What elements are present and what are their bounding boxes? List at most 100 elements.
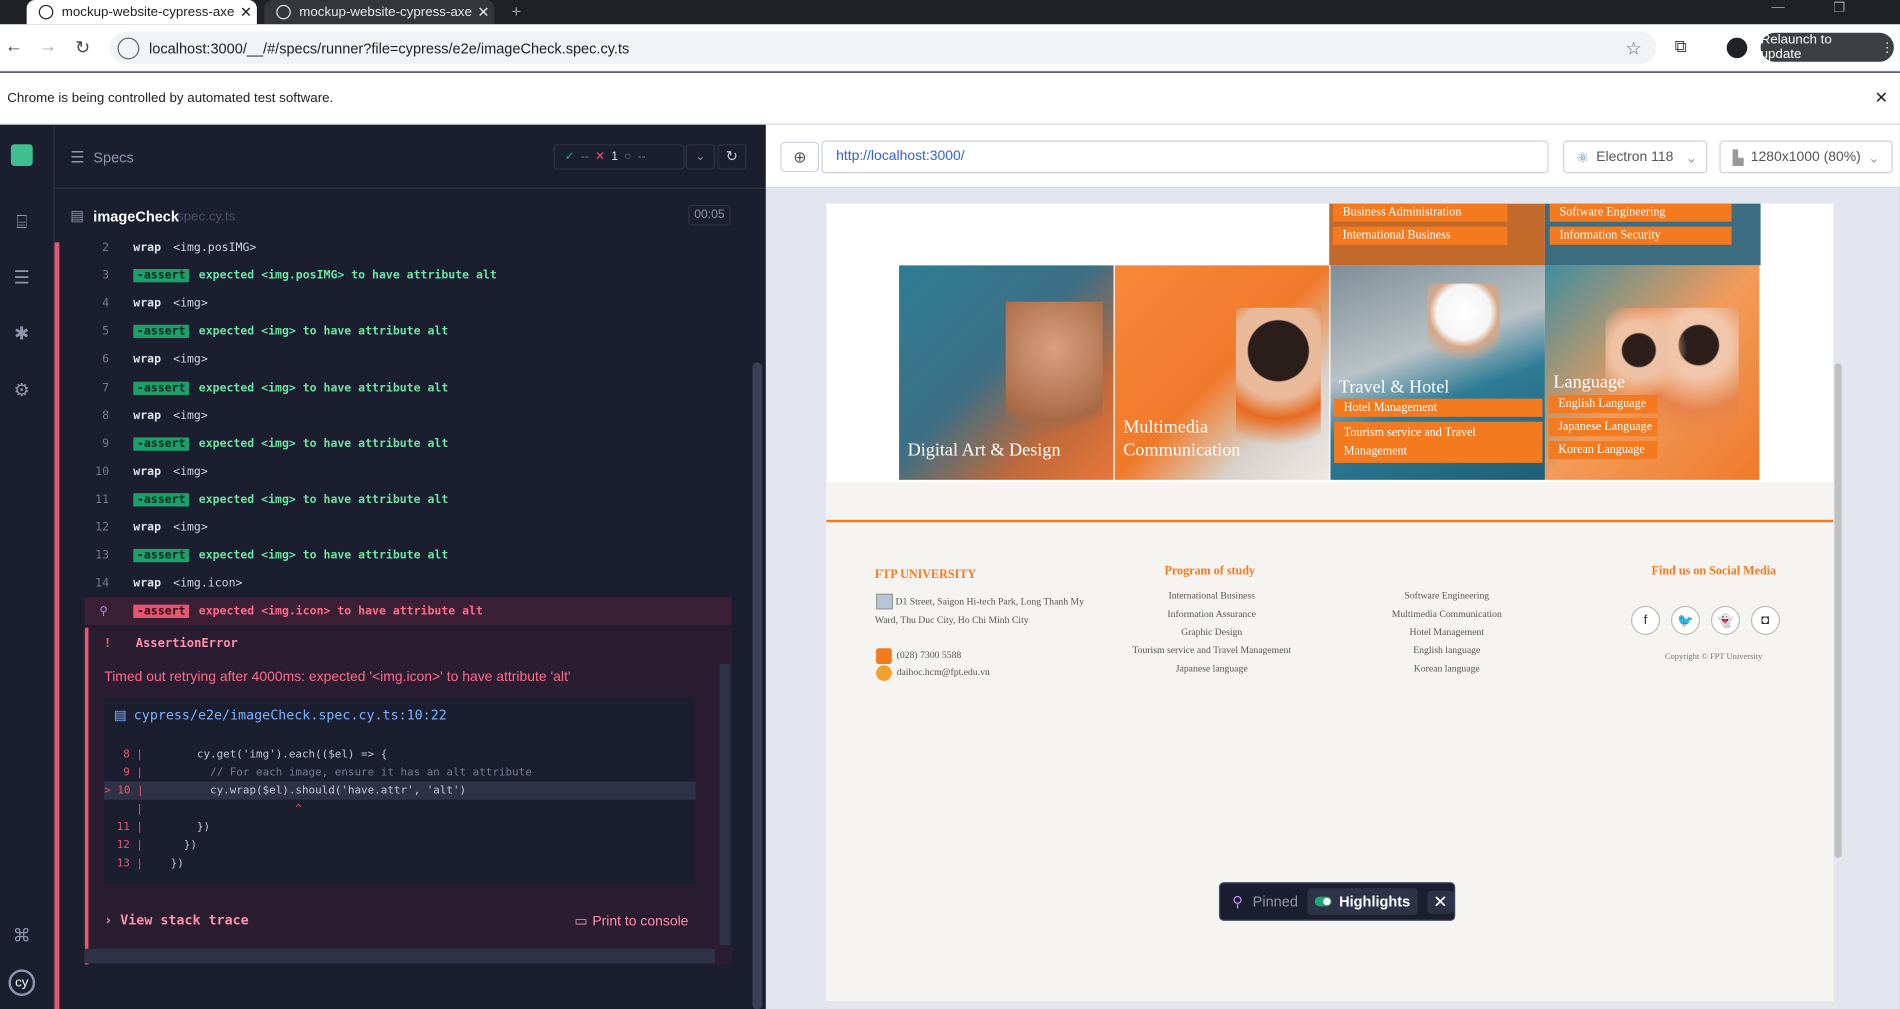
spec-name: imageCheck: [93, 208, 179, 226]
failed-command-row[interactable]: ⚲ -assert expected <img.icon> to have attr…: [84, 597, 732, 626]
minimize-window-icon[interactable]: —: [1772, 0, 1785, 15]
program-card-travel[interactable]: Travel & Hotel Hotel Management Tourism …: [1330, 265, 1545, 480]
runs-nav-icon[interactable]: ☰: [11, 268, 33, 290]
settings-nav-icon[interactable]: ⚙: [11, 380, 33, 402]
unpin-close-icon[interactable]: ✕: [1427, 889, 1454, 914]
forward-icon[interactable]: →: [39, 36, 57, 57]
program-card-digital-art[interactable]: Digital Art & Design: [899, 265, 1114, 480]
command-row[interactable]: 3 -assert expected <img.posIMG> to have at…: [85, 262, 732, 290]
browser-tab-active[interactable]: mockup-website-cypress-axe-in ✕: [26, 0, 257, 25]
program-card-language[interactable]: Language English Language Japanese Langu…: [1544, 265, 1760, 480]
twitter-icon[interactable]: 🐦: [1670, 605, 1701, 635]
debug-nav-icon[interactable]: ✱: [11, 324, 33, 346]
program-footer-link[interactable]: International Business: [1103, 590, 1321, 601]
program-footer-link[interactable]: Japanese language: [1103, 663, 1321, 674]
program-link[interactable]: International Business: [1332, 226, 1508, 245]
command-row[interactable]: 14 wrap <img.icon>: [85, 570, 732, 598]
reload-icon[interactable]: ↻: [75, 36, 90, 59]
failed-icon: ✕: [595, 150, 606, 164]
extensions-icon[interactable]: ⧉: [1675, 36, 1687, 57]
view-stack-trace[interactable]: › View stack trace: [104, 912, 248, 928]
rerun-icon[interactable]: ↻: [717, 144, 747, 170]
spec-ext: .spec.cy.ts: [173, 209, 236, 225]
program-footer-link[interactable]: Hotel Management: [1338, 626, 1556, 637]
program-link[interactable]: Tourism service and Travel Management: [1334, 421, 1543, 463]
pinned-label: Pinned: [1252, 893, 1298, 910]
pending-count: --: [637, 150, 646, 164]
program-footer-link[interactable]: Information Assurance: [1103, 608, 1321, 619]
snapchat-icon[interactable]: 👻: [1710, 605, 1741, 635]
specs-list-icon[interactable]: ☰: [70, 148, 84, 167]
program-link[interactable]: Hotel Management: [1334, 398, 1543, 417]
command-row[interactable]: 6 wrap <img>: [85, 346, 732, 374]
program-footer-link[interactable]: Korean language: [1338, 663, 1556, 674]
site-footer: [826, 482, 1834, 1001]
command-row[interactable]: 5 -assert expected <img> to have attribute…: [85, 318, 732, 346]
command-message: expected <img> to have attribute alt: [198, 549, 449, 563]
code-line-text: // For each image, ensure it has an alt …: [157, 766, 532, 779]
browser-tab[interactable]: mockup-website-cypress-axe-in ✕: [264, 0, 495, 25]
command-row[interactable]: 7 -assert expected <img> to have attribute…: [85, 374, 732, 402]
test-stats: ✓ -- ✕ 1 ○ --: [553, 144, 685, 170]
command-row[interactable]: 11 -assert expected <img> to have attribut…: [85, 486, 732, 514]
keyboard-shortcuts-icon[interactable]: ⌘: [11, 926, 33, 948]
program-footer-link[interactable]: Tourism service and Travel Management: [1103, 645, 1321, 656]
command-row[interactable]: 10 wrap <img>: [85, 458, 732, 486]
back-icon[interactable]: ←: [5, 36, 23, 57]
specs-nav-icon[interactable]: ⌸: [11, 212, 33, 234]
error-scrollbar[interactable]: [719, 664, 731, 946]
command-number: 5: [102, 325, 110, 339]
program-link[interactable]: Information Security: [1549, 226, 1732, 245]
program-link[interactable]: English Language: [1548, 395, 1658, 414]
address-bar[interactable]: localhost:3000/__/#/specs/runner?file=cy…: [110, 31, 1657, 65]
restore-window-icon[interactable]: ❐: [1833, 0, 1845, 16]
relaunch-button[interactable]: Relaunch to update ⋮: [1760, 32, 1894, 62]
site-info-icon[interactable]: [117, 36, 140, 59]
program-link[interactable]: Software Engineering: [1549, 203, 1732, 222]
collapse-icon[interactable]: ⌄: [685, 144, 715, 170]
highlights-toggle[interactable]: Highlights: [1307, 888, 1418, 915]
specs-label[interactable]: Specs: [93, 149, 133, 166]
close-tab-icon[interactable]: ✕: [235, 4, 257, 21]
program-footer-link[interactable]: Software Engineering: [1338, 590, 1556, 601]
close-tab-icon[interactable]: ✕: [473, 4, 495, 21]
horizontal-scrollbar[interactable]: [84, 948, 715, 964]
code-line-text: }): [157, 839, 197, 852]
project-icon[interactable]: [10, 144, 33, 167]
code-line-number: > 10 |: [104, 784, 144, 797]
command-row[interactable]: 4 wrap <img>: [85, 290, 732, 318]
print-to-console-button[interactable]: ▭ Print to console: [574, 912, 688, 930]
program-footer-link[interactable]: Graphic Design: [1103, 626, 1321, 637]
profile-avatar[interactable]: [1726, 37, 1748, 59]
program-card-multimedia[interactable]: Multimedia Communication: [1114, 265, 1330, 480]
program-footer-link[interactable]: Multimedia Communication: [1338, 608, 1556, 619]
command-row[interactable]: 2 wrap <img.posIMG>: [85, 234, 732, 262]
program-link[interactable]: Korean Language: [1548, 441, 1658, 460]
close-infobar-icon[interactable]: ✕: [1875, 88, 1888, 107]
facebook-icon[interactable]: f: [1630, 605, 1661, 635]
command-row[interactable]: 9 -assert expected <img> to have attribute…: [85, 430, 732, 458]
command-number: 7: [102, 381, 110, 395]
program-link[interactable]: Business Administration: [1332, 203, 1508, 222]
aut-scroll-thumb[interactable]: [1834, 363, 1842, 858]
instagram-icon[interactable]: ◘: [1750, 605, 1780, 635]
command-number: 9: [102, 437, 110, 451]
viewport-select[interactable]: ▙ 1280x1000 (80%) ⌄: [1719, 140, 1893, 174]
program-link[interactable]: Japanese Language: [1548, 418, 1658, 437]
command-row[interactable]: 13 -assert expected <img> to have attribut…: [85, 542, 732, 570]
program-footer-link[interactable]: English language: [1338, 645, 1556, 656]
command-row[interactable]: 8 wrap <img>: [85, 402, 732, 430]
command-number: 6: [102, 353, 110, 367]
browser-select[interactable]: ⚛ Electron 118 ⌄: [1563, 140, 1708, 174]
selector-playground-icon[interactable]: ⊕: [780, 141, 820, 173]
chevron-down-icon: ⌄: [1868, 150, 1880, 166]
error-file-link[interactable]: ▤ cypress/e2e/imageCheck.spec.cy.ts:10:2…: [104, 696, 696, 734]
pinned-toolbar: ⚲ Pinned Highlights ✕: [1218, 882, 1456, 921]
command-row[interactable]: 12 wrap <img>: [85, 514, 732, 542]
new-tab-icon[interactable]: +: [511, 1, 521, 20]
email[interactable]: daihoc.hcm@fpt.edu.vn: [897, 666, 990, 677]
address: D1 Street, Saigon Hi-tech Park, Long Tha…: [874, 596, 1084, 626]
bookmark-star-icon[interactable]: ☆: [1626, 37, 1642, 59]
aut-url-field[interactable]: http://localhost:3000/: [821, 140, 1549, 174]
reporter-scrollbar[interactable]: [750, 189, 765, 1009]
